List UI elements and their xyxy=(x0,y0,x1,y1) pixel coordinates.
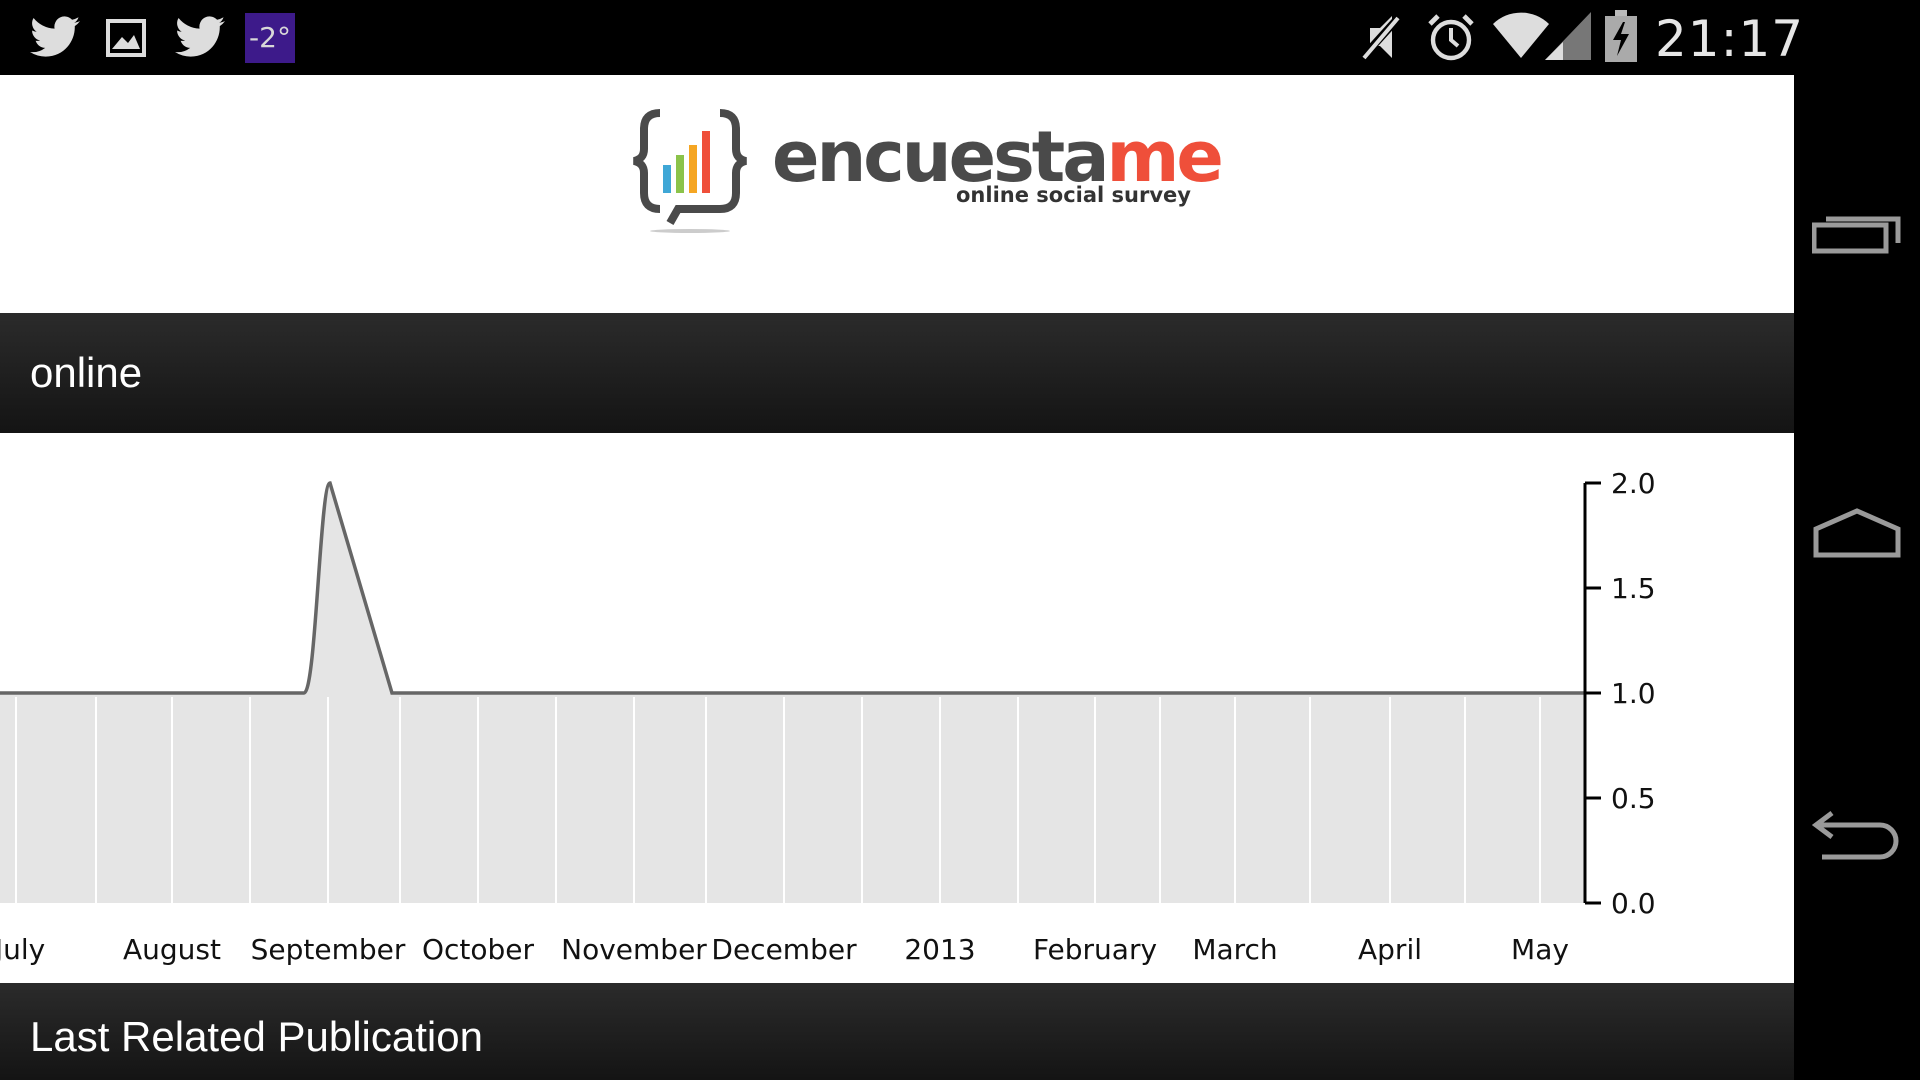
last-related-publication-title: Last Related Publication xyxy=(30,1013,483,1060)
wifi-icon xyxy=(1493,12,1549,59)
hits-chart: 0.0 0.5 1.0 1.5 2.0 July August September Octobe… xyxy=(0,467,1656,966)
clock-time: 21:17 xyxy=(1655,10,1805,68)
logo-tagline: online social survey xyxy=(956,183,1191,207)
x-tick-label: March xyxy=(1192,933,1277,966)
x-tick-label: August xyxy=(123,933,221,966)
alarm-icon xyxy=(1428,14,1474,61)
x-tick-label: November xyxy=(561,933,707,966)
weather-temperature-badge: -2° xyxy=(245,13,295,63)
status-bar: -2° 21:17 xyxy=(0,0,1920,75)
twitter-icon xyxy=(30,16,80,57)
app-header: encuestame online social survey xyxy=(0,75,1794,313)
last-related-publication-header: Last Related Publication xyxy=(0,983,1794,1080)
y-tick-label: 1.0 xyxy=(1611,677,1656,710)
home-icon[interactable] xyxy=(1812,505,1902,565)
signal-icon xyxy=(1545,12,1591,60)
x-tick-label: 2013 xyxy=(904,933,975,966)
y-tick-label: 0.5 xyxy=(1611,782,1656,815)
y-tick-label: 2.0 xyxy=(1611,467,1656,500)
y-tick-label: 0.0 xyxy=(1611,887,1656,920)
navigation-bar xyxy=(1794,75,1920,1080)
back-icon[interactable] xyxy=(1812,805,1902,865)
chart-container: 0.0 0.5 1.0 1.5 2.0 July August September Octobe… xyxy=(0,433,1794,983)
x-tick-label: September xyxy=(251,933,406,966)
x-tick-label: May xyxy=(1511,933,1569,966)
x-tick-label: February xyxy=(1033,933,1157,966)
x-tick-label: December xyxy=(711,933,857,966)
series-line xyxy=(0,481,1584,695)
section-title: online xyxy=(30,349,143,396)
mute-icon xyxy=(1359,13,1402,61)
battery-charging-icon xyxy=(1605,10,1637,62)
x-tick-label: April xyxy=(1358,933,1422,966)
y-tick-label: 1.5 xyxy=(1611,572,1656,605)
section-header: online xyxy=(0,313,1794,433)
x-tick-label: October xyxy=(422,933,535,966)
recent-apps-icon[interactable] xyxy=(1812,205,1902,265)
logo-icon xyxy=(632,109,748,233)
x-tick-label: July xyxy=(0,933,45,966)
twitter-icon xyxy=(175,16,225,57)
image-icon xyxy=(106,19,146,57)
app-content: encuestame online social survey online 0… xyxy=(0,75,1794,1080)
